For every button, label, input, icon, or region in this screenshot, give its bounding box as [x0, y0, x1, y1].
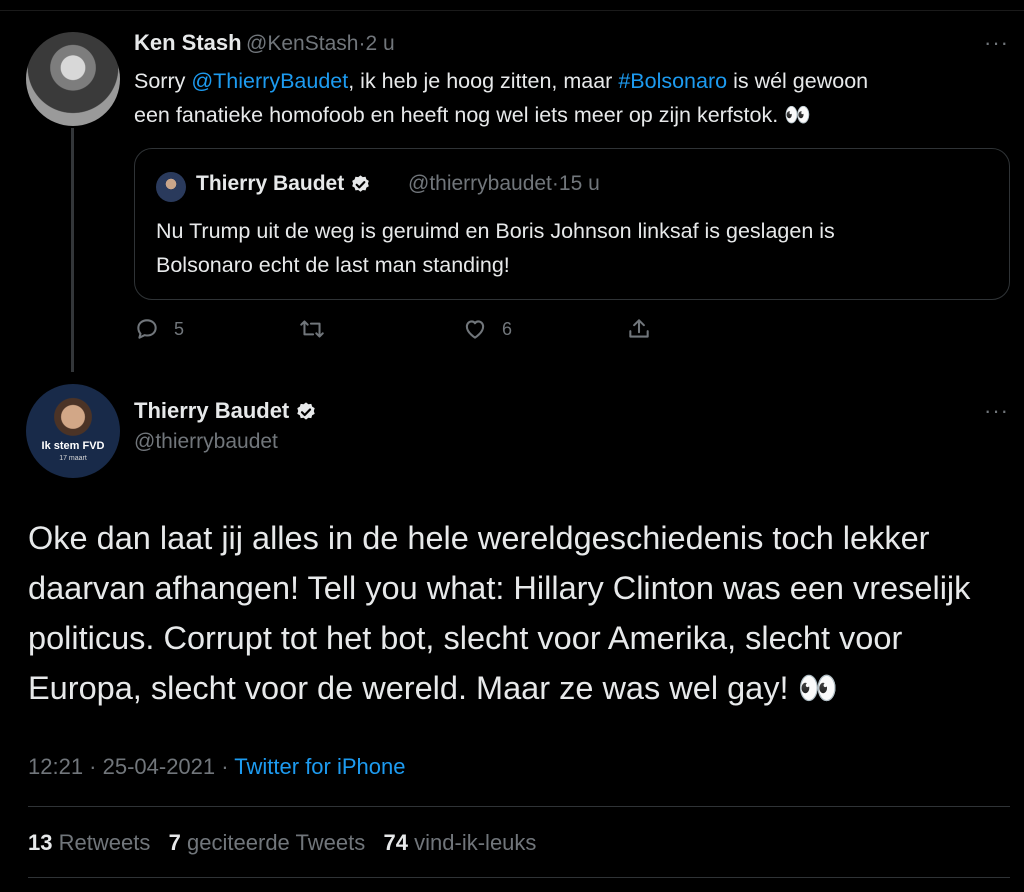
author-handle[interactable]: @KenStash [246, 32, 358, 55]
retweets-count: 13 [28, 830, 53, 855]
text-line: daarvan afhangen! Tell you what: Hillary… [28, 570, 971, 606]
share-icon [629, 319, 649, 338]
text-line: een fanatieke homofoob en heeft nog wel … [134, 103, 811, 127]
text-segment: Sorry [134, 69, 192, 93]
reply-icon [137, 319, 157, 339]
timestamp[interactable]: 2 u [365, 32, 394, 55]
avatar[interactable]: Ik stem FVD 17 maart [26, 384, 120, 478]
author-name[interactable]: Ken Stash [134, 30, 242, 55]
tweet-stats: 13 Retweets 7 geciteerde Tweets 74 vind-… [28, 830, 536, 856]
text-line: politicus. Corrupt tot het bot, slecht v… [28, 620, 903, 656]
quoted-handle: @thierrybaudet [408, 172, 552, 195]
reply-header: Ken Stash @KenStash·2 u [134, 30, 395, 56]
source-link[interactable]: Twitter for iPhone [234, 754, 405, 779]
text-segment: , ik heb je hoog zitten, maar [348, 69, 619, 93]
retweets-stat[interactable]: 13 Retweets [28, 830, 150, 855]
tweet-meta: 12:21 · 25-04-2021 · Twitter for iPhone [28, 754, 405, 780]
reply-count: 5 [174, 318, 185, 339]
likes-label: vind-ik-leuks [414, 830, 537, 855]
divider [28, 806, 1010, 807]
verified-badge-icon [297, 402, 316, 420]
text-line: Nu Trump uit de weg is geruimd en Boris … [156, 219, 835, 243]
hashtag-link[interactable]: #Bolsonaro [618, 69, 727, 93]
author-name[interactable]: Thierry Baudet [134, 398, 317, 424]
more-options-button[interactable]: ··· [984, 398, 1009, 424]
text-line: Bolsonaro echt de last man standing! [156, 253, 510, 277]
quotes-stat[interactable]: 7 geciteerde Tweets [169, 830, 366, 855]
text-line: Europa, slecht voor de wereld. Maar ze w… [28, 670, 838, 706]
avatar-badge: Ik stem FVD [41, 440, 105, 452]
top-divider [0, 0, 1024, 11]
tweet-text: Oke dan laat jij alles in de hele wereld… [28, 513, 1018, 713]
author-name-text: Thierry Baudet [134, 398, 290, 423]
verified-badge-icon [352, 175, 369, 192]
divider [28, 877, 1010, 878]
more-options-button[interactable]: ··· [984, 30, 1009, 56]
avatar[interactable] [26, 32, 120, 126]
dot-separator: · [551, 172, 559, 195]
likes-count: 74 [383, 830, 409, 855]
author-handle[interactable]: @thierrybaudet [134, 430, 278, 454]
timestamp[interactable]: 12:21 · 25-04-2021 · [28, 754, 234, 779]
share-button[interactable] [626, 316, 652, 342]
quoted-meta: @thierrybaudet·15 u [408, 172, 600, 196]
text-line: Oke dan laat jij alles in de hele wereld… [28, 520, 930, 556]
quoted-author-name: Thierry Baudet [196, 172, 371, 196]
text-segment: is wél gewoon [727, 69, 869, 93]
avatar-badge-date: 17 maart [59, 455, 87, 462]
retweets-label: Retweets [58, 830, 151, 855]
likes-stat[interactable]: 74 vind-ik-leuks [384, 830, 537, 855]
quoted-text: Nu Trump uit de weg is geruimd en Boris … [156, 214, 996, 282]
reply-button[interactable]: 5 [134, 316, 184, 342]
tweet-text: Sorry @ThierryBaudet, ik heb je hoog zit… [134, 64, 1004, 132]
like-count: 6 [502, 318, 513, 339]
like-button[interactable]: 6 [462, 316, 512, 342]
quoted-time: 15 u [558, 172, 600, 195]
retweet-button[interactable] [298, 316, 326, 342]
quotes-label: geciteerde Tweets [187, 830, 366, 855]
tweet-actions: 5 6 [134, 316, 694, 344]
avatar [156, 172, 186, 202]
heart-icon [465, 320, 485, 339]
thread-line [71, 128, 74, 372]
retweet-icon [300, 320, 324, 338]
mention-link[interactable]: @ThierryBaudet [191, 69, 348, 93]
quotes-count: 7 [168, 830, 181, 855]
quoted-name-text: Thierry Baudet [196, 172, 345, 195]
